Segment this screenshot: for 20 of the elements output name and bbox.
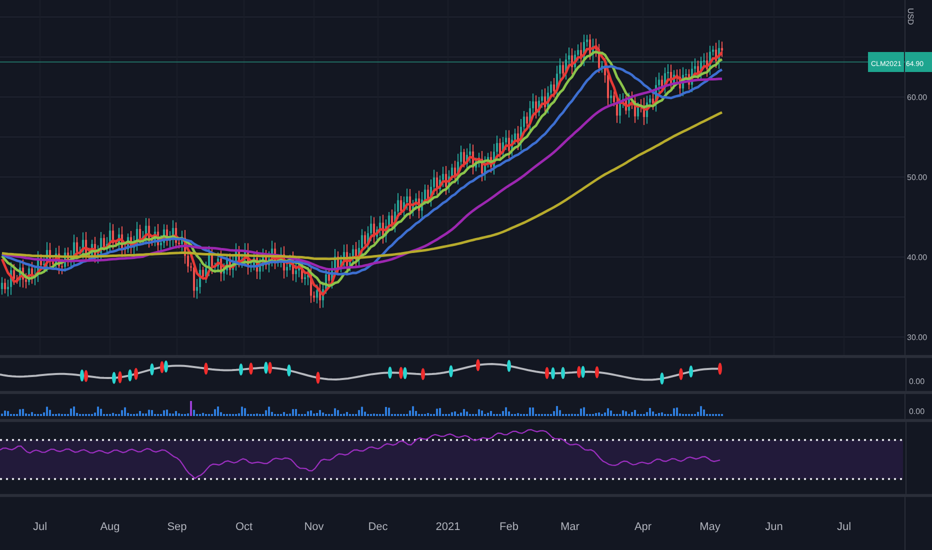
time-axis-label: Feb <box>500 521 518 533</box>
time-axis-label: Aug <box>100 521 120 533</box>
time-axis-label: Jul <box>836 521 852 533</box>
time-axis-label: Jul <box>32 521 48 533</box>
time-axis-label: 2021 <box>436 521 460 533</box>
currency-label: USD <box>906 8 915 25</box>
price-axis-label: 60.00 <box>907 93 928 102</box>
pane-value-label: 0.00 <box>909 377 925 386</box>
time-axis-label: Apr <box>634 521 652 533</box>
price-axis-label: 40.00 <box>907 253 928 262</box>
time-axis-label: Dec <box>368 521 388 533</box>
pane-value-label: 0.00 <box>909 407 925 416</box>
price-axis-label: 30.00 <box>907 333 928 342</box>
time-axis-label: Jun <box>765 521 783 533</box>
time-axis-label: Sep <box>167 521 187 533</box>
time-axis-label: Oct <box>235 521 253 533</box>
time-axis-label: Nov <box>304 521 324 533</box>
price-axis-label: 50.00 <box>907 173 928 182</box>
time-axis-label: Mar <box>560 521 580 533</box>
time-axis-label: May <box>700 521 720 533</box>
